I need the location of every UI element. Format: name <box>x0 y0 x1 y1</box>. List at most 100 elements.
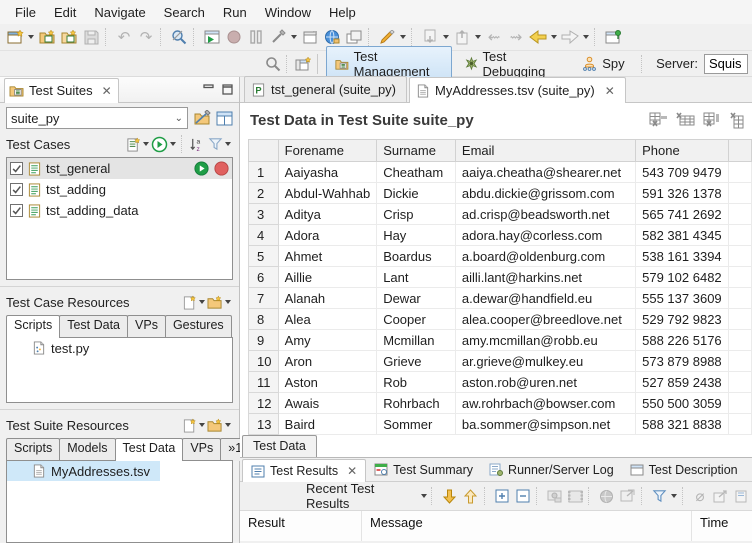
table-cell-empty[interactable] <box>727 371 752 393</box>
table-cell[interactable]: amy.mcmillan@robb.eu <box>454 329 637 351</box>
new-test-suite-icon[interactable] <box>36 26 58 48</box>
table-cell-empty[interactable] <box>727 245 752 267</box>
tab-models[interactable]: Models <box>59 438 116 461</box>
table-cell-empty[interactable] <box>727 287 752 309</box>
table-cell[interactable]: Crisp <box>376 203 456 225</box>
collapse-all-icon[interactable] <box>512 485 533 507</box>
screenshot-icon[interactable] <box>544 485 565 507</box>
table-cell[interactable]: 555 137 3609 <box>635 287 729 309</box>
table-cell-empty[interactable] <box>727 266 752 288</box>
table-row[interactable]: 2 Abdul-Wahhab Dickie abdu.dickie@grissom.c… <box>248 182 752 204</box>
table-cell[interactable]: Rob <box>376 371 456 393</box>
table-cell[interactable]: 579 102 6482 <box>635 266 729 288</box>
table-cell[interactable]: ailli.lant@harkins.net <box>454 266 637 288</box>
upload-results-icon[interactable] <box>596 485 617 507</box>
tab-vps[interactable]: VPs <box>127 315 166 338</box>
results-column-result[interactable]: Result <box>240 511 362 541</box>
editor-tab-tst-general[interactable]: P tst_general (suite_py) <box>244 76 408 102</box>
tab-test-data[interactable]: Test Data <box>59 315 129 338</box>
table-cell[interactable]: Boardus <box>376 245 456 267</box>
table-row[interactable]: 1 Aaiyasha Cheatham aaiya.cheatha@shearer.n… <box>248 161 752 183</box>
tab-scripts[interactable]: Scripts <box>6 438 61 461</box>
table-cell[interactable]: 527 859 2438 <box>635 371 729 393</box>
table-row-partial[interactable]: 13 Baird Sommer ba.sommer@simpson.net 588 32… <box>248 413 752 435</box>
table-row[interactable]: 11 Aston Rob aston.rob@uren.net 527 859 2438 <box>248 371 752 393</box>
table-row[interactable]: 8 Alea Cooper alea.cooper@breedlove.net 529 … <box>248 308 752 330</box>
row-number-cell[interactable]: 2 <box>248 182 279 204</box>
table-cell-empty[interactable] <box>727 392 752 414</box>
tab-gestures[interactable]: Gestures <box>164 315 232 338</box>
table-cell-empty[interactable] <box>727 308 752 330</box>
menu-run[interactable]: Run <box>214 2 256 23</box>
back-to-annotation-icon[interactable]: ⇜ <box>483 26 505 48</box>
web-browser-icon[interactable] <box>321 26 343 48</box>
forward-icon[interactable] <box>559 26 581 48</box>
new-test-case-icon[interactable] <box>126 136 141 152</box>
column-header-extra[interactable] <box>727 139 752 162</box>
undo-icon[interactable]: ↶ <box>113 26 135 48</box>
stop-test-icon[interactable] <box>214 161 229 176</box>
row-number-cell[interactable]: 10 <box>248 350 279 372</box>
tab-runner-server-log[interactable]: Runner/Server Log <box>481 458 622 481</box>
row-number-cell[interactable]: 12 <box>248 392 279 414</box>
table-cell[interactable]: alea.cooper@breedlove.net <box>454 308 637 330</box>
run-suite-icon[interactable] <box>151 136 168 153</box>
recent-test-results-dropdown[interactable]: Recent Test Results <box>306 481 415 511</box>
filter-results-icon[interactable] <box>649 485 670 507</box>
table-cell[interactable]: Aaiyasha <box>277 161 378 183</box>
test-suites-tab[interactable]: Test Suites ✕ <box>4 77 119 103</box>
next-result-icon[interactable] <box>439 485 460 507</box>
test-case-row-tst-adding[interactable]: tst_adding <box>7 179 232 200</box>
row-number-cell[interactable]: 7 <box>248 287 279 309</box>
clear-results-icon[interactable]: ⌀ <box>690 485 711 507</box>
table-cell[interactable]: Rohrbach <box>376 392 456 414</box>
minimize-icon[interactable] <box>203 84 214 95</box>
manage-windows-icon[interactable] <box>343 26 365 48</box>
results-column-message[interactable]: Message <box>362 511 692 541</box>
table-row[interactable]: 9 Amy Mcmillan amy.mcmillan@robb.eu 588 226 … <box>248 329 752 351</box>
object-picker-dropdown[interactable] <box>289 27 299 47</box>
remove-column-icon[interactable] <box>703 112 722 129</box>
row-number-cell[interactable]: 1 <box>248 161 279 183</box>
file-row-test-py[interactable]: test.py <box>7 338 232 358</box>
column-header-email[interactable]: Email <box>454 139 637 162</box>
editor-tab-myaddresses[interactable]: MyAddresses.tsv (suite_py) ✕ <box>409 77 626 103</box>
table-row[interactable]: 12 Awais Rohrbach aw.rohrbach@bowser.com 550… <box>248 392 752 414</box>
table-cell-empty[interactable] <box>727 413 752 435</box>
table-cell[interactable]: a.board@oldenburg.com <box>454 245 637 267</box>
run-aut-icon[interactable] <box>201 26 223 48</box>
commit-icon[interactable] <box>419 26 441 48</box>
highlighter-icon[interactable] <box>376 26 398 48</box>
new-test-case-dropdown[interactable] <box>141 134 151 154</box>
table-cell[interactable]: a.dewar@handfield.eu <box>454 287 637 309</box>
search-icon[interactable] <box>264 53 283 75</box>
maximize-icon[interactable] <box>222 84 233 95</box>
table-cell[interactable]: Alea <box>277 308 378 330</box>
table-cell[interactable]: 588 226 5176 <box>635 329 729 351</box>
tab-test-summary[interactable]: Test Summary <box>366 458 481 481</box>
table-cell[interactable]: 591 326 1378 <box>635 182 729 204</box>
pause-icon[interactable] <box>245 26 267 48</box>
table-cell-empty[interactable] <box>727 203 752 225</box>
add-column-icon[interactable] <box>730 112 744 129</box>
table-cell[interactable]: Adora <box>277 224 378 246</box>
export-results-icon[interactable] <box>617 485 638 507</box>
table-cell[interactable]: Aillie <box>277 266 378 288</box>
table-cell[interactable]: 582 381 4345 <box>635 224 729 246</box>
server-input[interactable] <box>703 53 748 74</box>
checkbox-checked-icon[interactable] <box>10 162 23 175</box>
table-cell[interactable]: Alanah <box>277 287 378 309</box>
table-row[interactable]: 7 Alanah Dewar a.dewar@handfield.eu 555 137 … <box>248 287 752 309</box>
tab-scripts[interactable]: Scripts <box>6 315 61 338</box>
table-cell[interactable]: Abdul-Wahhab <box>277 182 378 204</box>
table-cell[interactable]: Sommer <box>376 413 456 435</box>
new-wizard-icon[interactable] <box>4 26 26 48</box>
table-cell[interactable]: Aston <box>277 371 378 393</box>
file-row-myaddresses[interactable]: MyAddresses.tsv <box>7 461 160 481</box>
row-number-cell[interactable]: 13 <box>248 413 279 435</box>
results-column-time[interactable]: Time <box>692 511 752 541</box>
close-icon[interactable]: ✕ <box>102 84 112 98</box>
previous-result-icon[interactable] <box>460 485 481 507</box>
new-folder-dropdown[interactable] <box>223 415 233 435</box>
checkbox-checked-icon[interactable] <box>10 204 23 217</box>
